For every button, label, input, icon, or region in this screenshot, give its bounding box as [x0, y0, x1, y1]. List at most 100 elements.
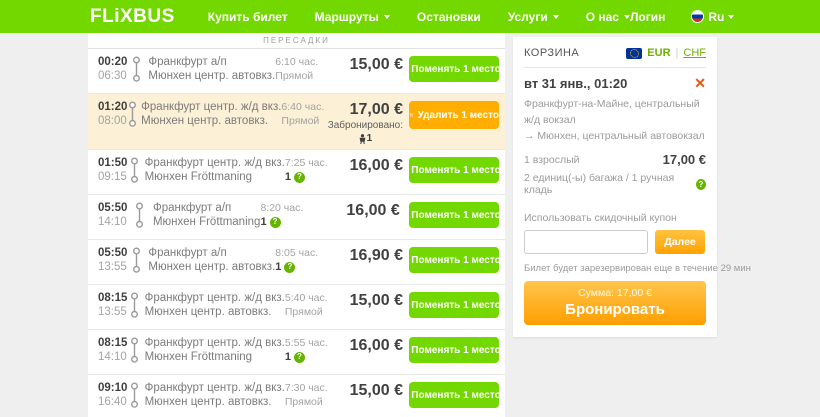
trip-stations: Франкфурт центр. ж/д вкз. Мюнхен центр. … [145, 290, 285, 319]
departure-time: 01:20 [98, 100, 127, 114]
trip-row: 08:15 14:10 Франкфурт центр. ж/д вкз. Мю… [88, 330, 505, 375]
trip-times: 05:50 13:55 [98, 245, 131, 274]
trip-times: 01:20 08:00 [98, 99, 127, 128]
duration-text: 8:05 час. [275, 246, 333, 260]
arrival-time: 13:55 [98, 260, 131, 274]
coupon-row: Далее [524, 230, 706, 254]
departure-time: 08:15 [98, 336, 129, 350]
top-navigation-bar: FLiXBUS Купить билет Маршруты Остановки … [0, 0, 820, 33]
price-value: 16,00 € [338, 337, 403, 355]
seat-action-button[interactable]: Поменять 1 место [409, 56, 499, 82]
trip-duration-cell: 8:20 час. 1 ? [260, 200, 323, 229]
trip-duration-cell: 5:55 час. 1 ? [285, 335, 338, 364]
trip-action-cell: Поменять 1 место [409, 335, 499, 363]
nav-services[interactable]: Услуги [508, 10, 559, 24]
trip-price-cell: 16,00 € [338, 335, 409, 355]
cart-item-route: Франкфурт-на-Майне, центральный ж/д вокз… [524, 96, 706, 144]
passenger-label: 1 взрослый [524, 154, 580, 166]
login-button[interactable]: Логин [630, 10, 665, 24]
arrival-station: Мюнхен Fröttmaning [145, 350, 285, 364]
trip-row: 01:20 08:00 Франкфурт центр. ж/д вкз. Мю… [88, 94, 505, 150]
trip-row: 00:20 06:30 Франкфурт а/п Мюнхен центр. … [88, 49, 505, 94]
transfer-label: Прямой [281, 114, 319, 128]
transfer-label: Прямой [285, 305, 323, 319]
cart-title: КОРЗИНА [524, 47, 579, 59]
trip-price-cell: 15,00 € [338, 290, 409, 310]
currency-chf-link[interactable]: CHF [683, 47, 706, 59]
currency-switcher: EUR | CHF [626, 47, 706, 59]
trip-duration-cell: 5:40 час. Прямой [285, 290, 338, 319]
cart-item-header: вт 31 янв., 01:20 ✕ [524, 76, 706, 91]
baggage-row: 2 единиц(-ы) багажа / 1 ручная кладь ? [524, 172, 706, 196]
button-label: Удалить 1 место [418, 110, 499, 121]
transfer-label: 1 [285, 350, 291, 364]
book-button[interactable]: Сумма: 17,00 € Бронировать [524, 281, 706, 325]
transfer-info: Прямой [285, 305, 338, 319]
book-sum-label: Сумма: 17,00 € [524, 286, 706, 300]
arrival-station: Мюнхен центр. автовкз. [145, 305, 285, 319]
help-icon[interactable]: ? [270, 217, 281, 228]
route-stops-icon [129, 335, 145, 369]
help-icon[interactable]: ? [294, 172, 305, 183]
departure-time: 05:50 [98, 201, 134, 215]
transfer-label: Прямой [275, 69, 313, 83]
price-value: 16,90 € [333, 247, 403, 265]
seat-action-button[interactable]: Удалить 1 место [409, 101, 499, 129]
duration-text: 5:40 час. [285, 291, 338, 305]
button-label: Поменять 1 место [411, 300, 500, 311]
seat-action-button[interactable]: Поменять 1 место [409, 202, 499, 228]
route-stops-icon [129, 290, 145, 324]
help-icon[interactable]: ? [294, 352, 305, 363]
nav-buy-ticket[interactable]: Купить билет [208, 10, 288, 24]
trip-stations: Франкфурт центр. ж/д вкз. Мюнхен Fröttma… [145, 335, 285, 364]
remove-item-icon[interactable]: ✕ [694, 76, 706, 90]
flixbus-logo[interactable]: FLiXBUS [90, 6, 175, 28]
currency-eur-button[interactable]: EUR [647, 47, 670, 59]
seat-action-button[interactable]: Поменять 1 место [409, 292, 499, 318]
help-icon[interactable]: ? [696, 179, 706, 190]
route-stops-icon [131, 54, 148, 88]
route-stops-icon [129, 380, 145, 414]
coupon-label: Использовать скидочный купон [524, 212, 706, 224]
trip-price-cell: 17,00 € Забронировано: 1 [328, 99, 409, 144]
route-stops-icon [127, 99, 141, 133]
language-selector[interactable]: Ru [691, 10, 734, 24]
trip-price-cell: 16,00 € [338, 155, 409, 175]
transfer-info: 1 ? [275, 260, 333, 274]
seat-action-button[interactable]: Поменять 1 место [409, 247, 499, 273]
cart-item: вт 31 янв., 01:20 ✕ Франкфурт-на-Майне, … [524, 68, 706, 196]
button-label: Поменять 1 место [411, 345, 500, 356]
route-stops-icon [131, 245, 148, 279]
coupon-input[interactable] [524, 230, 648, 254]
coupon-submit-button[interactable]: Далее [655, 230, 705, 254]
seat-action-button[interactable]: Поменять 1 место [409, 157, 499, 183]
nav-stops[interactable]: Остановки [417, 10, 481, 24]
departure-time: 00:20 [98, 55, 131, 69]
transfer-info: 1 ? [285, 170, 338, 184]
nav-about[interactable]: О нас [586, 10, 630, 24]
departure-station: Франкфурт центр. ж/д вкз. [145, 291, 285, 305]
departure-station: Франкфурт а/п [153, 201, 260, 215]
cart-icon [409, 109, 414, 121]
arrival-time: 06:30 [98, 69, 131, 83]
seat-action-button[interactable]: Поменять 1 место [409, 337, 499, 363]
departure-station: Франкфурт а/п [148, 55, 275, 69]
transfer-label: 1 [275, 260, 281, 274]
arrival-time: 14:10 [98, 215, 134, 229]
trip-duration-cell: 7:25 час. 1 ? [285, 155, 338, 184]
trip-times: 08:15 13:55 [98, 290, 129, 319]
seat-action-button[interactable]: Поменять 1 место [409, 382, 499, 408]
baggage-label: 2 единиц(-ы) багажа / 1 ручная кладь [524, 172, 692, 196]
nav-routes[interactable]: Маршруты [315, 10, 390, 24]
trip-duration-cell: 6:40 час. Прямой [281, 99, 327, 128]
price-value: 16,00 € [338, 157, 403, 175]
route-to: → Мюнхен, центральный автовокзал [524, 128, 706, 144]
trips-list: 00:20 06:30 Франкфурт а/п Мюнхен центр. … [88, 49, 505, 417]
price-value: 15,00 € [338, 382, 403, 400]
booked-passenger-count: 1 [328, 133, 403, 144]
nav-label: Остановки [417, 10, 481, 24]
duration-text: 5:55 час. [285, 336, 338, 350]
help-icon[interactable]: ? [284, 262, 295, 273]
person-icon [359, 134, 366, 144]
price-value: 17,00 € [328, 101, 403, 119]
